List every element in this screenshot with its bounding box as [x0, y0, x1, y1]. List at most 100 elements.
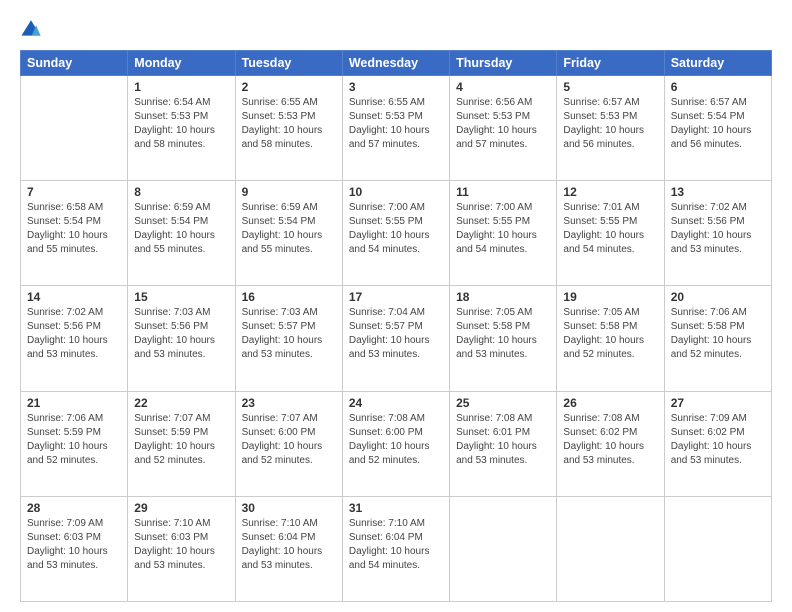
day-info: Sunrise: 6:57 AM Sunset: 5:54 PM Dayligh… [671, 96, 765, 152]
day-info: Sunrise: 7:09 AM Sunset: 6:03 PM Dayligh… [27, 517, 121, 573]
calendar-cell: 20 Sunrise: 7:06 AM Sunset: 5:58 PM Dayli… [664, 286, 771, 391]
day-number: 4 [456, 80, 550, 94]
day-number: 20 [671, 290, 765, 304]
calendar-cell: 3Sunrise: 6:55 AM Sunset: 5:53 PM Daylig… [342, 76, 449, 181]
day-info: Sunrise: 7:00 AM Sunset: 5:55 PM Dayligh… [349, 201, 443, 257]
day-number: 14 [27, 290, 121, 304]
calendar-cell: 5 Sunrise: 6:57 AM Sunset: 5:53 PM Daylig… [557, 76, 664, 181]
calendar-cell: 14 Sunrise: 7:02 AM Sunset: 5:56 PM Dayli… [21, 286, 128, 391]
calendar-cell: 1 Sunrise: 6:54 AM Sunset: 5:53 PM Daylig… [128, 76, 235, 181]
day-info: Sunrise: 7:08 AM Sunset: 6:00 PM Dayligh… [349, 412, 443, 468]
calendar-cell: 9 Sunrise: 6:59 AM Sunset: 5:54 PM Daylig… [235, 181, 342, 286]
calendar-cell: 18 Sunrise: 7:05 AM Sunset: 5:58 PM Dayli… [450, 286, 557, 391]
day-number: 10 [349, 185, 443, 199]
calendar-body: 1 Sunrise: 6:54 AM Sunset: 5:53 PM Daylig… [21, 76, 772, 602]
day-info: Sunrise: 7:08 AM Sunset: 6:02 PM Dayligh… [563, 412, 657, 468]
weekday-header: Tuesday [235, 51, 342, 76]
day-number: 18 [456, 290, 550, 304]
calendar-cell: 8 Sunrise: 6:59 AM Sunset: 5:54 PM Daylig… [128, 181, 235, 286]
day-info: Sunrise: 6:55 AM Sunset: 5:53 PM Dayligh… [349, 96, 443, 152]
day-info: Sunrise: 6:59 AM Sunset: 5:54 PM Dayligh… [134, 201, 228, 257]
calendar-cell: 27Sunrise: 7:09 AM Sunset: 6:02 PM Dayli… [664, 391, 771, 496]
day-number: 30 [242, 501, 336, 515]
day-number: 8 [134, 185, 228, 199]
day-info: Sunrise: 7:07 AM Sunset: 5:59 PM Dayligh… [134, 412, 228, 468]
day-number: 22 [134, 396, 228, 410]
calendar-cell: 30 Sunrise: 7:10 AM Sunset: 6:04 PM Dayli… [235, 496, 342, 601]
day-info: Sunrise: 6:56 AM Sunset: 5:53 PM Dayligh… [456, 96, 550, 152]
calendar-cell: 7 Sunrise: 6:58 AM Sunset: 5:54 PM Daylig… [21, 181, 128, 286]
calendar-cell: 21 Sunrise: 7:06 AM Sunset: 5:59 PM Dayli… [21, 391, 128, 496]
weekday-row: SundayMondayTuesdayWednesdayThursdayFrid… [21, 51, 772, 76]
day-number: 11 [456, 185, 550, 199]
day-number: 16 [242, 290, 336, 304]
day-number: 29 [134, 501, 228, 515]
week-row: 1 Sunrise: 6:54 AM Sunset: 5:53 PM Daylig… [21, 76, 772, 181]
day-number: 6 [671, 80, 765, 94]
day-number: 31 [349, 501, 443, 515]
day-info: Sunrise: 7:06 AM Sunset: 5:59 PM Dayligh… [27, 412, 121, 468]
calendar-cell [21, 76, 128, 181]
calendar-cell: 16 Sunrise: 7:03 AM Sunset: 5:57 PM Dayli… [235, 286, 342, 391]
day-info: Sunrise: 7:03 AM Sunset: 5:56 PM Dayligh… [134, 306, 228, 362]
week-row: 28 Sunrise: 7:09 AM Sunset: 6:03 PM Dayli… [21, 496, 772, 601]
day-info: Sunrise: 7:00 AM Sunset: 5:55 PM Dayligh… [456, 201, 550, 257]
day-info: Sunrise: 6:54 AM Sunset: 5:53 PM Dayligh… [134, 96, 228, 152]
day-info: Sunrise: 6:55 AM Sunset: 5:53 PM Dayligh… [242, 96, 336, 152]
calendar-cell: 26Sunrise: 7:08 AM Sunset: 6:02 PM Dayli… [557, 391, 664, 496]
day-info: Sunrise: 7:10 AM Sunset: 6:04 PM Dayligh… [242, 517, 336, 573]
logo-icon [20, 18, 42, 40]
calendar-cell [557, 496, 664, 601]
calendar-cell: 4 Sunrise: 6:56 AM Sunset: 5:53 PM Daylig… [450, 76, 557, 181]
calendar-cell: 12Sunrise: 7:01 AM Sunset: 5:55 PM Dayli… [557, 181, 664, 286]
day-number: 19 [563, 290, 657, 304]
calendar-cell: 10 Sunrise: 7:00 AM Sunset: 5:55 PM Dayli… [342, 181, 449, 286]
day-info: Sunrise: 7:10 AM Sunset: 6:03 PM Dayligh… [134, 517, 228, 573]
header [20, 18, 772, 40]
weekday-header: Friday [557, 51, 664, 76]
calendar-cell: 19 Sunrise: 7:05 AM Sunset: 5:58 PM Dayli… [557, 286, 664, 391]
weekday-header: Thursday [450, 51, 557, 76]
day-info: Sunrise: 7:06 AM Sunset: 5:58 PM Dayligh… [671, 306, 765, 362]
calendar-cell: 2Sunrise: 6:55 AM Sunset: 5:53 PM Daylig… [235, 76, 342, 181]
day-info: Sunrise: 7:05 AM Sunset: 5:58 PM Dayligh… [456, 306, 550, 362]
day-info: Sunrise: 7:01 AM Sunset: 5:55 PM Dayligh… [563, 201, 657, 257]
day-info: Sunrise: 7:09 AM Sunset: 6:02 PM Dayligh… [671, 412, 765, 468]
calendar-cell: 17Sunrise: 7:04 AM Sunset: 5:57 PM Dayli… [342, 286, 449, 391]
day-number: 7 [27, 185, 121, 199]
calendar-cell: 22 Sunrise: 7:07 AM Sunset: 5:59 PM Dayli… [128, 391, 235, 496]
day-info: Sunrise: 7:08 AM Sunset: 6:01 PM Dayligh… [456, 412, 550, 468]
day-number: 5 [563, 80, 657, 94]
weekday-header: Monday [128, 51, 235, 76]
page: SundayMondayTuesdayWednesdayThursdayFrid… [0, 0, 792, 612]
day-info: Sunrise: 6:59 AM Sunset: 5:54 PM Dayligh… [242, 201, 336, 257]
day-info: Sunrise: 7:10 AM Sunset: 6:04 PM Dayligh… [349, 517, 443, 573]
day-info: Sunrise: 6:57 AM Sunset: 5:53 PM Dayligh… [563, 96, 657, 152]
week-row: 21 Sunrise: 7:06 AM Sunset: 5:59 PM Dayli… [21, 391, 772, 496]
day-info: Sunrise: 7:05 AM Sunset: 5:58 PM Dayligh… [563, 306, 657, 362]
calendar-cell: 31 Sunrise: 7:10 AM Sunset: 6:04 PM Dayli… [342, 496, 449, 601]
day-number: 13 [671, 185, 765, 199]
calendar-cell: 6 Sunrise: 6:57 AM Sunset: 5:54 PM Daylig… [664, 76, 771, 181]
day-number: 24 [349, 396, 443, 410]
day-info: Sunrise: 7:03 AM Sunset: 5:57 PM Dayligh… [242, 306, 336, 362]
day-number: 25 [456, 396, 550, 410]
weekday-header: Sunday [21, 51, 128, 76]
calendar-cell [664, 496, 771, 601]
day-info: Sunrise: 7:04 AM Sunset: 5:57 PM Dayligh… [349, 306, 443, 362]
day-info: Sunrise: 7:07 AM Sunset: 6:00 PM Dayligh… [242, 412, 336, 468]
day-info: Sunrise: 6:58 AM Sunset: 5:54 PM Dayligh… [27, 201, 121, 257]
calendar-cell: 25 Sunrise: 7:08 AM Sunset: 6:01 PM Dayli… [450, 391, 557, 496]
calendar-header: SundayMondayTuesdayWednesdayThursdayFrid… [21, 51, 772, 76]
weekday-header: Wednesday [342, 51, 449, 76]
calendar-table: SundayMondayTuesdayWednesdayThursdayFrid… [20, 50, 772, 602]
day-number: 9 [242, 185, 336, 199]
logo [20, 18, 44, 40]
day-number: 21 [27, 396, 121, 410]
day-info: Sunrise: 7:02 AM Sunset: 5:56 PM Dayligh… [27, 306, 121, 362]
weekday-header: Saturday [664, 51, 771, 76]
calendar-cell: 11 Sunrise: 7:00 AM Sunset: 5:55 PM Dayli… [450, 181, 557, 286]
day-number: 1 [134, 80, 228, 94]
day-number: 28 [27, 501, 121, 515]
day-number: 15 [134, 290, 228, 304]
